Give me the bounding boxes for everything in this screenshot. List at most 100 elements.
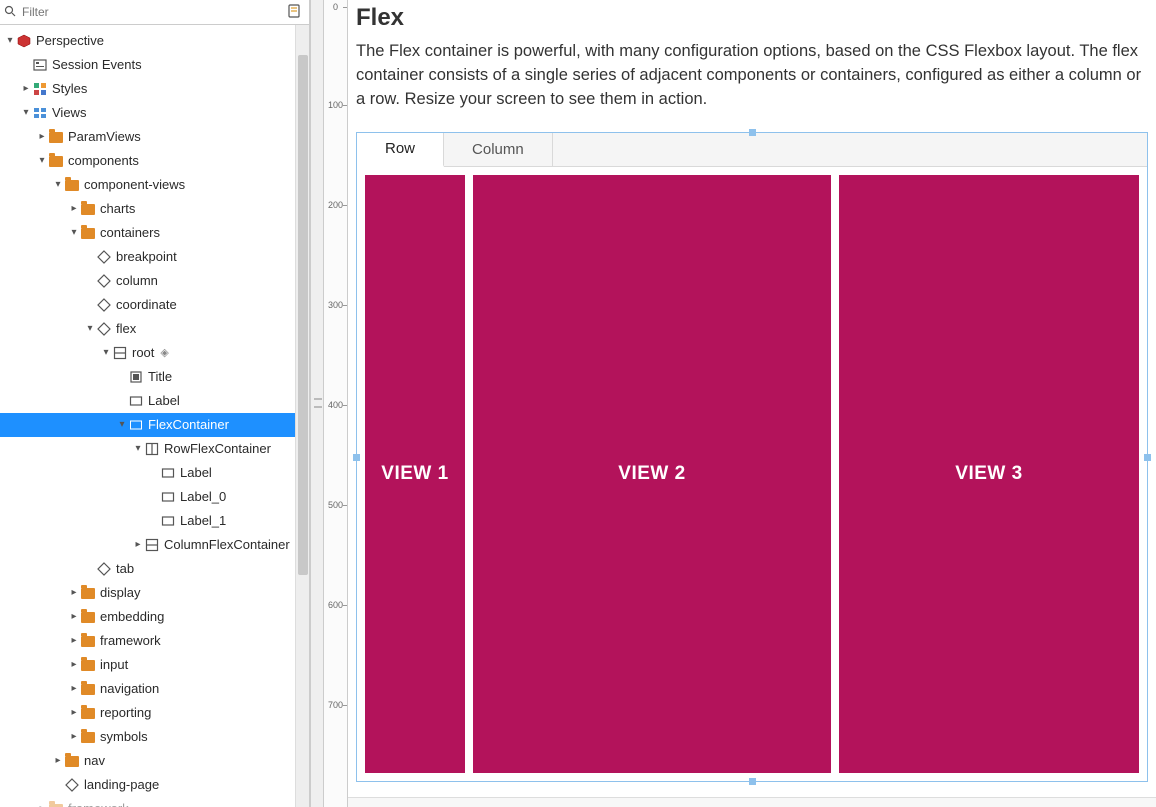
container-icon bbox=[128, 417, 144, 433]
ruler-tick: 500 bbox=[324, 500, 347, 510]
root-marker-icon: ◈ bbox=[160, 341, 168, 365]
tree-node-nav[interactable]: ▸nav bbox=[0, 749, 309, 773]
tree-node-charts[interactable]: ▸ charts bbox=[0, 197, 309, 221]
tree-label: root bbox=[132, 341, 154, 365]
folder-icon bbox=[80, 657, 96, 673]
tree-node-title[interactable]: ▸ Title bbox=[0, 365, 309, 389]
views-icon bbox=[32, 105, 48, 121]
tree-node-component-views[interactable]: ▾ component-views bbox=[0, 173, 309, 197]
label-icon bbox=[128, 393, 144, 409]
tree-node-display[interactable]: ▸display bbox=[0, 581, 309, 605]
tree-node-coordinate[interactable]: ▸ coordinate bbox=[0, 293, 309, 317]
view-2[interactable]: VIEW 2 bbox=[473, 175, 831, 773]
tree-node-colflex[interactable]: ▸ ColumnFlexContainer bbox=[0, 533, 309, 557]
folder-icon bbox=[80, 729, 96, 745]
ruler-tick: 300 bbox=[324, 300, 347, 310]
perspective-icon bbox=[16, 33, 32, 49]
tree-node-rowflex[interactable]: ▾ RowFlexContainer bbox=[0, 437, 309, 461]
ruler-tick: 100 bbox=[324, 100, 347, 110]
folder-icon bbox=[80, 225, 96, 241]
tree-label: components bbox=[68, 149, 139, 173]
tree-label: navigation bbox=[100, 677, 159, 701]
selected-flex-container[interactable]: Row Column VIEW 1 VIEW 2 VIEW 3 bbox=[356, 132, 1148, 782]
tree-label: Session Events bbox=[52, 53, 142, 77]
tree-label: Label bbox=[148, 389, 180, 413]
tree-node-views[interactable]: ▾ Views bbox=[0, 101, 309, 125]
folder-icon bbox=[64, 753, 80, 769]
folder-icon bbox=[48, 801, 64, 807]
designer-canvas-panel: 0 100 200 300 400 500 600 700 Flex The F… bbox=[324, 0, 1156, 807]
ruler-tick: 700 bbox=[324, 700, 347, 710]
component-icon bbox=[128, 369, 144, 385]
container-icon bbox=[112, 345, 128, 361]
resize-handle-top[interactable] bbox=[749, 129, 756, 136]
tab-label: Row bbox=[385, 140, 415, 157]
tree-node-input[interactable]: ▸input bbox=[0, 653, 309, 677]
tree-scrollbar[interactable] bbox=[295, 25, 309, 807]
view-label: VIEW 2 bbox=[618, 463, 685, 485]
tree-node-embedding[interactable]: ▸embedding bbox=[0, 605, 309, 629]
tree-label: containers bbox=[100, 221, 160, 245]
tree-node-styles[interactable]: ▸ Styles bbox=[0, 77, 309, 101]
tree-node-breakpoint[interactable]: ▸ breakpoint bbox=[0, 245, 309, 269]
view-icon bbox=[96, 561, 112, 577]
tree-node-tab[interactable]: ▸ tab bbox=[0, 557, 309, 581]
filter-tool-button[interactable] bbox=[283, 4, 305, 21]
resize-handle-bottom[interactable] bbox=[749, 778, 756, 785]
tree-node-landing[interactable]: ▸landing-page bbox=[0, 773, 309, 797]
vertical-ruler: 0 100 200 300 400 500 600 700 bbox=[324, 0, 348, 807]
folder-icon bbox=[80, 609, 96, 625]
tree-label: ParamViews bbox=[68, 125, 141, 149]
page-title: Flex bbox=[356, 4, 1148, 32]
folder-icon bbox=[48, 129, 64, 145]
tree-label: landing-page bbox=[84, 773, 159, 797]
tree-node-containers[interactable]: ▾ containers bbox=[0, 221, 309, 245]
folder-icon bbox=[80, 585, 96, 601]
tab-label: Column bbox=[472, 141, 524, 158]
view-1[interactable]: VIEW 1 bbox=[365, 175, 465, 773]
horizontal-ruler bbox=[348, 797, 1156, 807]
tree-node-reporting[interactable]: ▸reporting bbox=[0, 701, 309, 725]
tree-node-label[interactable]: ▸ Label bbox=[0, 389, 309, 413]
resize-handle-right[interactable] bbox=[1144, 454, 1151, 461]
tab-row[interactable]: Row bbox=[357, 133, 444, 167]
tree-label: ColumnFlexContainer bbox=[164, 533, 290, 557]
panel-splitter[interactable] bbox=[310, 0, 324, 807]
tree-node-session-events[interactable]: ▸ Session Events bbox=[0, 53, 309, 77]
folder-icon bbox=[80, 705, 96, 721]
tree-label: Styles bbox=[52, 77, 87, 101]
tree-label: flex bbox=[116, 317, 136, 341]
tree-node-components[interactable]: ▾ components bbox=[0, 149, 309, 173]
tree-node-navigation[interactable]: ▸navigation bbox=[0, 677, 309, 701]
container-icon bbox=[144, 537, 160, 553]
tree-node-label0[interactable]: ▸ Label_0 bbox=[0, 485, 309, 509]
tree-label: embedding bbox=[100, 605, 164, 629]
tab-column[interactable]: Column bbox=[444, 133, 553, 166]
tree-node-label-2[interactable]: ▸ Label bbox=[0, 461, 309, 485]
tree-node-paramviews[interactable]: ▸ ParamViews bbox=[0, 125, 309, 149]
tree-label: coordinate bbox=[116, 293, 177, 317]
tree-node-perspective[interactable]: ▾ Perspective bbox=[0, 29, 309, 53]
ruler-tick: 0 bbox=[324, 2, 347, 12]
tree-label: component-views bbox=[84, 173, 185, 197]
tree-label: FlexContainer bbox=[148, 413, 229, 437]
container-icon bbox=[144, 441, 160, 457]
view-icon bbox=[96, 321, 112, 337]
tree-node-label1[interactable]: ▸ Label_1 bbox=[0, 509, 309, 533]
tree-node-column[interactable]: ▸ column bbox=[0, 269, 309, 293]
view-icon bbox=[64, 777, 80, 793]
project-tree[interactable]: ▾ Perspective ▸ Session Events ▸ Styles … bbox=[0, 25, 309, 807]
filter-input[interactable] bbox=[20, 4, 283, 20]
resize-handle-left[interactable] bbox=[353, 454, 360, 461]
tree-node-root[interactable]: ▾ root ◈ bbox=[0, 341, 309, 365]
tree-node-flex[interactable]: ▾ flex bbox=[0, 317, 309, 341]
design-surface[interactable]: Flex The Flex container is powerful, wit… bbox=[348, 0, 1156, 807]
tree-label: Title bbox=[148, 365, 172, 389]
view-3[interactable]: VIEW 3 bbox=[839, 175, 1139, 773]
tree-node-framework[interactable]: ▸framework bbox=[0, 629, 309, 653]
tree-node-symbols[interactable]: ▸symbols bbox=[0, 725, 309, 749]
tree-label: framework bbox=[100, 629, 161, 653]
tree-node-framework-2[interactable]: ▸framework bbox=[0, 797, 309, 807]
tree-label: Label bbox=[180, 461, 212, 485]
tree-node-flexcontainer[interactable]: ▾ FlexContainer bbox=[0, 413, 309, 437]
